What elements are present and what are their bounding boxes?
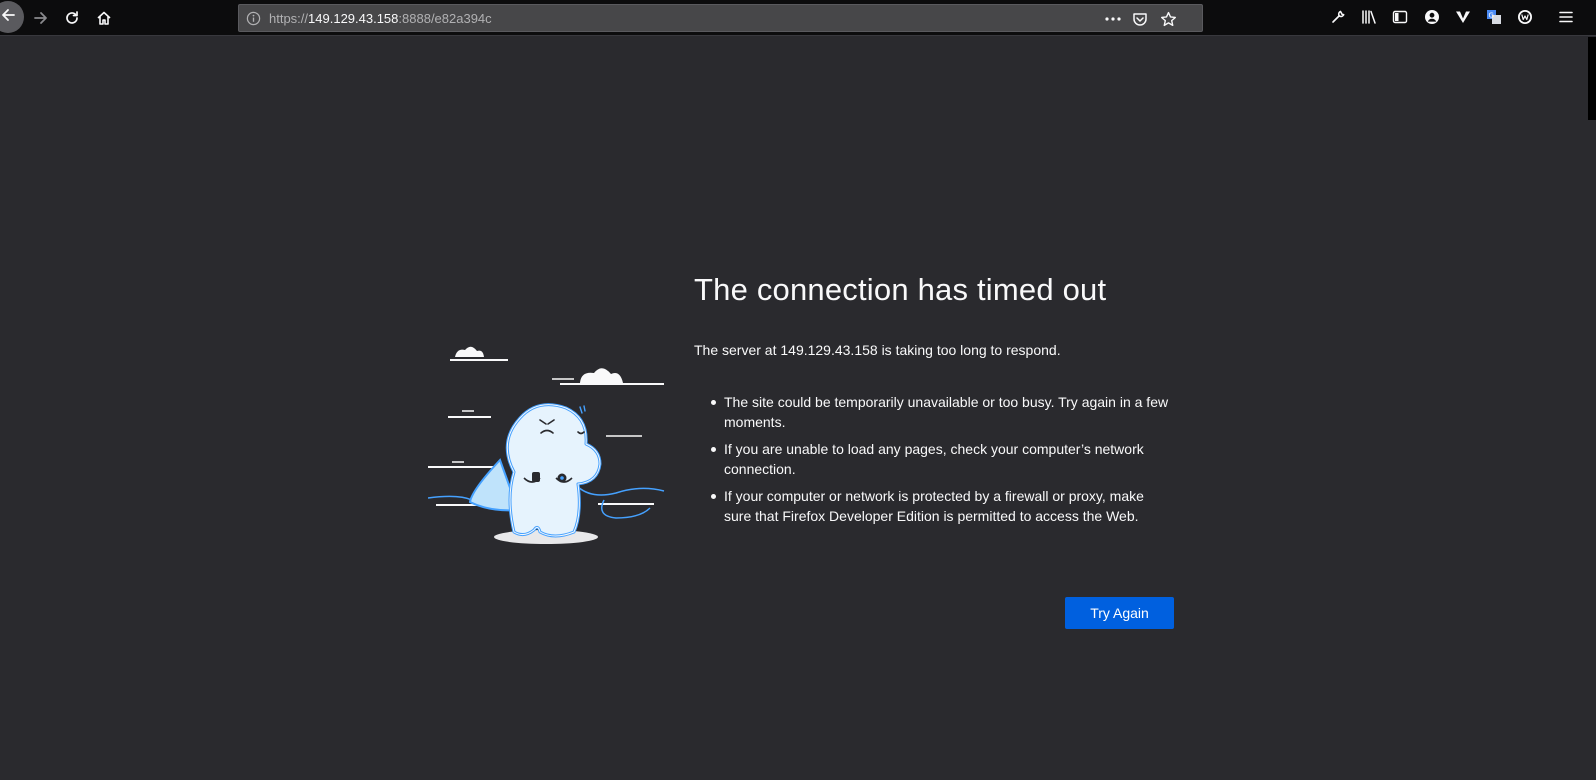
w-circle-icon[interactable] bbox=[1514, 6, 1536, 28]
star-icon[interactable] bbox=[1158, 9, 1178, 29]
home-button[interactable] bbox=[90, 4, 118, 32]
list-item: If your computer or network is protected… bbox=[711, 486, 1174, 526]
account-icon[interactable] bbox=[1421, 6, 1443, 28]
url-host: 149.129.43.158 bbox=[308, 11, 399, 26]
reload-icon bbox=[64, 10, 80, 26]
sidebar-icon[interactable] bbox=[1389, 6, 1411, 28]
url-text[interactable]: https://149.129.43.158:8888/e82a394c bbox=[269, 11, 492, 26]
back-button[interactable] bbox=[0, 1, 24, 33]
forward-arrow-icon bbox=[33, 10, 49, 26]
url-path: :8888/e82a394c bbox=[398, 11, 492, 26]
sad-dinosaur-illustration bbox=[427, 340, 668, 560]
translate-icon[interactable]: G bbox=[1483, 6, 1505, 28]
wrench-icon[interactable] bbox=[1327, 6, 1349, 28]
error-suggestions-list: The site could be temporarily unavailabl… bbox=[711, 392, 1174, 533]
hamburger-menu-icon[interactable] bbox=[1555, 6, 1577, 28]
forward-button[interactable] bbox=[27, 4, 55, 32]
url-bar[interactable]: https://149.129.43.158:8888/e82a394c bbox=[238, 4, 1203, 32]
list-item: The site could be temporarily unavailabl… bbox=[711, 392, 1174, 432]
more-dots-icon[interactable] bbox=[1103, 9, 1123, 29]
reload-button[interactable] bbox=[58, 4, 86, 32]
back-arrow-icon bbox=[0, 7, 16, 28]
home-icon bbox=[96, 10, 112, 26]
info-icon[interactable] bbox=[246, 11, 261, 31]
error-description: The server at 149.129.43.158 is taking t… bbox=[694, 342, 1061, 358]
vivaldi-icon[interactable] bbox=[1452, 6, 1474, 28]
list-item: If you are unable to load any pages, che… bbox=[711, 439, 1174, 479]
page-title: The connection has timed out bbox=[694, 272, 1107, 307]
url-scheme: https:// bbox=[269, 11, 309, 26]
library-icon[interactable] bbox=[1358, 6, 1380, 28]
try-again-button[interactable]: Try Again bbox=[1065, 597, 1174, 629]
pocket-icon[interactable] bbox=[1130, 9, 1150, 29]
browser-toolbar: https://149.129.43.158:8888/e82a394c G bbox=[0, 0, 1596, 36]
svg-text:G: G bbox=[1489, 12, 1494, 20]
